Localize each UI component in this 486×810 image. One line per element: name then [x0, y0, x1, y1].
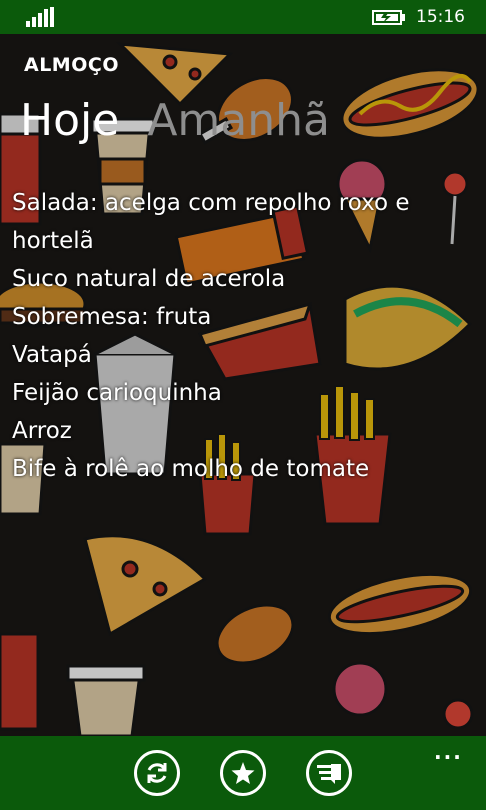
battery-charging-icon [372, 10, 405, 25]
app-bar [0, 736, 486, 810]
more-options-button[interactable]: ... [434, 740, 463, 764]
app-title: ALMOÇO [24, 54, 119, 76]
list-icon [317, 764, 341, 784]
pivot-tabs: Hoje Amanhã [20, 94, 358, 148]
list-item: Feijão carioquinha [12, 380, 222, 406]
list-item: Arroz [12, 418, 72, 444]
favorite-button[interactable] [220, 750, 266, 796]
star-icon [231, 762, 255, 784]
list-item: Suco natural de acerola [12, 266, 286, 292]
refresh-button[interactable] [134, 750, 180, 796]
list-item: Salada: acelga com repolho roxo e hortel… [12, 190, 410, 254]
refresh-icon [147, 763, 167, 783]
list-item: Bife à rolê ao molho de tomate [12, 456, 370, 482]
status-time: 15:16 [416, 7, 465, 27]
list-view-button[interactable] [306, 750, 352, 796]
status-bar: 15:16 [0, 0, 486, 34]
list-item: Sobremesa: fruta [12, 304, 212, 330]
signal-strength-icon [26, 7, 54, 27]
list-item: Vatapá [12, 342, 92, 368]
tab-hoje[interactable]: Hoje [20, 95, 119, 146]
menu-list: Salada: acelga com repolho roxo e hortel… [12, 184, 472, 488]
tab-amanha[interactable]: Amanhã [147, 95, 330, 146]
